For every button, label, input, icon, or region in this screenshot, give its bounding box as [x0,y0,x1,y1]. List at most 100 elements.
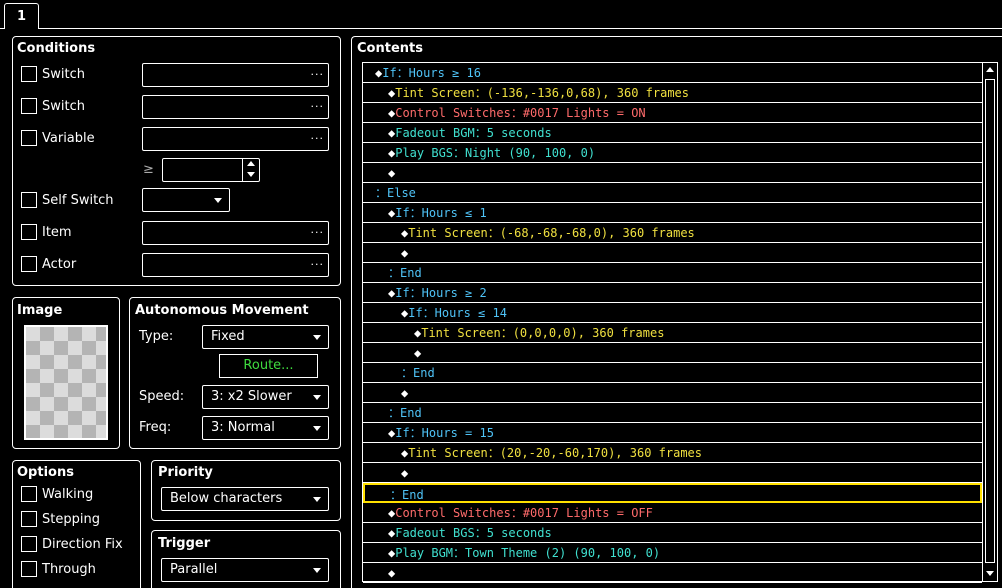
command-row[interactable]: ◆ [363,563,982,583]
command-row[interactable]: ：Else [363,183,982,203]
self-switch-label: Self Switch [42,193,114,208]
variable-value-spinner[interactable] [242,158,259,181]
arrow-up-icon [986,67,994,72]
item-field[interactable]: ··· [142,221,329,245]
switch1-browse-button[interactable]: ··· [311,64,325,86]
command-text: ：End [388,406,422,420]
switch1-label: Switch [42,67,85,82]
command-text: Tint Screen：(-136,-136,0,68), 360 frames [395,86,689,100]
switch1-field[interactable]: ··· [142,63,329,87]
switch2-checkbox[interactable] [21,98,37,114]
command-text: Control Switches：#0017 Lights = ON [395,106,646,120]
command-text: If：Hours = 15 [395,426,494,440]
command-row[interactable]: ◆Play BGS：Night (90, 100, 0) [363,143,982,163]
conditions-title: Conditions [17,41,96,56]
diamond-icon: ◆ [401,466,409,480]
diamond-icon: ◆ [388,566,396,580]
command-row[interactable]: ◆Control Switches：#0017 Lights = ON [363,103,982,123]
trigger-title: Trigger [158,536,211,551]
command-row[interactable]: ◆ [363,383,982,403]
arrow-down-icon [986,571,994,576]
trigger-select[interactable]: Parallel [161,558,329,582]
scroll-thumb[interactable] [985,79,995,563]
chevron-down-icon [313,426,321,431]
freq-label: Freq: [139,420,172,435]
command-row[interactable]: ◆Tint Screen：(0,0,0,0), 360 frames [363,323,982,343]
command-row[interactable]: ◆Tint Screen：(20,-20,-60,170), 360 frame… [363,443,982,463]
freq-value: 3: Normal [211,420,275,435]
walking-label: Walking [42,487,94,502]
command-row[interactable]: ◆If：Hours ≥ 2 [363,283,982,303]
command-row[interactable]: ◆Play BGM：Town Theme (2) (90, 100, 0) [363,543,982,563]
command-text: ：End [390,488,424,502]
command-text: ：End [388,266,422,280]
priority-select[interactable]: Below characters [161,487,329,511]
self-switch-select[interactable] [142,188,230,212]
tab-gap [5,28,38,29]
speed-select[interactable]: 3: x2 Slower [202,385,329,409]
command-row[interactable]: ：End [363,263,982,283]
switch2-field[interactable]: ··· [142,95,329,119]
command-row[interactable]: ：End [363,363,982,383]
command-list-scrollbar[interactable] [982,62,998,582]
autonomous-movement-title: Autonomous Movement [135,303,309,318]
switch1-checkbox[interactable] [21,66,37,82]
command-text: Fadeout BGM：5 seconds [395,126,552,140]
command-row[interactable]: ◆ [363,343,982,363]
variable-browse-button[interactable]: ··· [311,128,325,150]
route-button[interactable]: Route... [219,354,318,378]
command-row[interactable]: ◆Control Switches：#0017 Lights = OFF [363,503,982,523]
variable-field[interactable]: ··· [142,127,329,151]
command-row[interactable]: ◆If：Hours ≥ 16 [363,63,982,83]
type-label: Type: [139,329,174,344]
self-switch-checkbox[interactable] [21,192,37,208]
command-row[interactable]: ◆ [363,163,982,183]
switch2-label: Switch [42,99,85,114]
switch2-browse-button[interactable]: ··· [311,96,325,118]
spinner-up-icon[interactable] [247,161,255,166]
command-row[interactable]: ◆Fadeout BGM：5 seconds [363,123,982,143]
item-label: Item [42,225,72,240]
freq-select[interactable]: 3: Normal [202,416,329,440]
command-row[interactable]: ◆Tint Screen：(-68,-68,-68,0), 360 frames [363,223,982,243]
chevron-down-icon [313,395,321,400]
item-checkbox[interactable] [21,224,37,240]
command-text: If：Hours ≤ 1 [395,206,487,220]
command-list[interactable]: ◆If：Hours ≥ 16 ◆Tint Screen：(-136,-136,0,… [362,62,983,583]
diamond-icon: ◆ [414,346,422,360]
character-image-preview[interactable] [24,325,108,440]
command-row[interactable]: ◆Tint Screen：(-136,-136,0,68), 360 frame… [363,83,982,103]
command-row[interactable]: ◆If：Hours = 15 [363,423,982,443]
command-row[interactable]: ◆ [363,243,982,263]
command-row[interactable]: ：End [363,403,982,423]
type-select[interactable]: Fixed [202,325,329,349]
stepping-checkbox[interactable] [21,511,37,527]
command-row[interactable]: ：End [363,483,982,503]
actor-browse-button[interactable]: ··· [311,254,325,276]
chevron-down-icon [313,335,321,340]
command-row[interactable]: ◆Fadeout BGS：5 seconds [363,523,982,543]
scroll-down-button[interactable] [983,567,997,581]
direction-fix-checkbox[interactable] [21,536,37,552]
command-row[interactable]: ◆If：Hours ≤ 1 [363,203,982,223]
actor-field[interactable]: ··· [142,253,329,277]
command-row[interactable]: ◆If：Hours ≤ 14 [363,303,982,323]
chevron-down-icon [214,198,222,203]
scroll-up-button[interactable] [983,63,997,77]
spinner-down-icon[interactable] [247,172,255,177]
command-text: Fadeout BGS：5 seconds [395,526,552,540]
command-text: If：Hours ≥ 16 [382,66,481,80]
variable-label: Variable [42,131,95,146]
command-text: Control Switches：#0017 Lights = OFF [395,506,653,520]
tab-page-1[interactable]: 1 [4,3,39,29]
walking-checkbox[interactable] [21,486,37,502]
type-value: Fixed [211,329,245,344]
item-browse-button[interactable]: ··· [311,222,325,244]
command-text: If：Hours ≥ 2 [395,286,487,300]
chevron-down-icon [313,568,321,573]
tab-bar-line [0,28,1002,29]
actor-checkbox[interactable] [21,256,37,272]
variable-checkbox[interactable] [21,130,37,146]
command-row[interactable]: ◆ [363,463,982,483]
through-checkbox[interactable] [21,561,37,577]
